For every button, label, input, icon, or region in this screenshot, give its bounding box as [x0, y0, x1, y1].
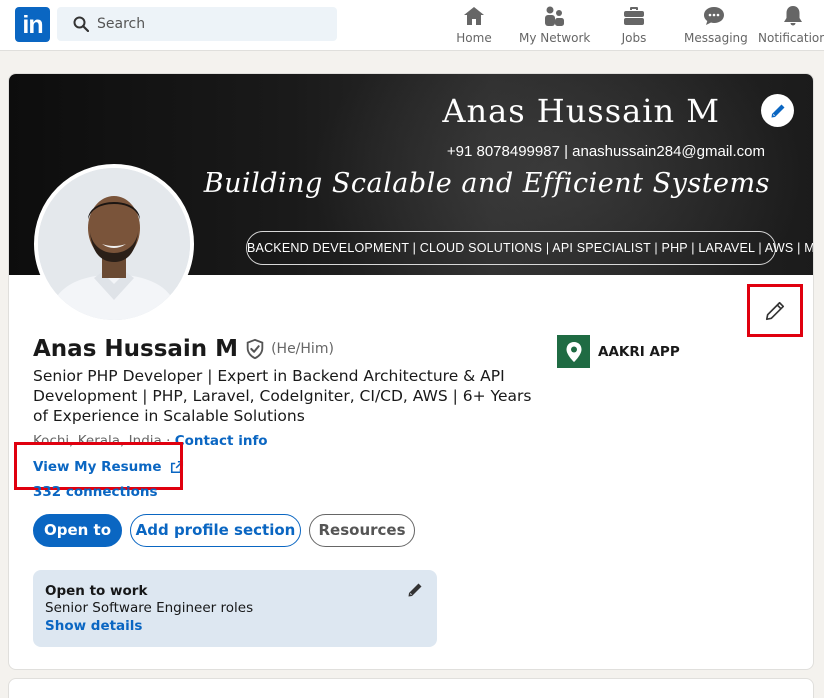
nav-home[interactable]: Home — [454, 4, 494, 48]
open-to-work-roles: Senior Software Engineer roles — [45, 600, 254, 616]
top-navigation: in Home My Network Jobs Messaging — [0, 0, 824, 51]
resources-button[interactable]: Resources — [309, 514, 415, 547]
nav-my-network[interactable]: My Network — [519, 4, 591, 48]
connections-link[interactable]: 332 connections — [33, 484, 158, 500]
my-network-icon — [545, 6, 564, 26]
pencil-icon — [771, 104, 784, 117]
location-pin-icon — [566, 341, 581, 362]
banner-skills: BACKEND DEVELOPMENT | CLOUD SOLUTIONS | … — [246, 231, 813, 265]
profile-name: Anas Hussain M — [33, 336, 239, 362]
contact-info-link[interactable]: Contact info — [175, 433, 268, 449]
verified-shield-icon[interactable] — [244, 338, 266, 360]
search-bar[interactable] — [57, 7, 337, 41]
company-name: AAKRI APP — [598, 343, 680, 360]
nav-messaging-label: Messaging — [684, 31, 748, 45]
search-icon — [73, 16, 89, 32]
open-to-work-title: Open to work — [45, 583, 148, 599]
nav-my-network-label: My Network — [519, 31, 591, 45]
nav-notifications-label: Notifications — [758, 31, 824, 45]
profile-headline: Senior PHP Developer | Expert in Backend… — [33, 367, 532, 425]
profile-card: Anas Hussain M +91 8078499987 | anashuss… — [8, 73, 814, 670]
briefcase-icon — [624, 7, 644, 25]
banner-name: Anas Hussain M — [442, 92, 720, 130]
name-row: Anas Hussain M (He/Him) — [33, 336, 334, 362]
nav-messaging[interactable]: Messaging — [684, 4, 748, 48]
messaging-icon — [704, 7, 724, 25]
pencil-icon[interactable] — [407, 582, 423, 598]
bell-icon — [784, 6, 802, 26]
search-input[interactable] — [97, 7, 327, 41]
nav-jobs[interactable]: Jobs — [614, 4, 654, 48]
highlight-box-resume — [14, 442, 183, 490]
current-company[interactable]: AAKRI APP — [557, 335, 680, 368]
home-icon — [464, 7, 484, 25]
profile-avatar[interactable] — [34, 164, 194, 324]
show-details-link[interactable]: Show details — [45, 618, 142, 634]
pencil-icon — [765, 301, 785, 320]
nav-home-label: Home — [456, 31, 492, 45]
linkedin-logo[interactable]: in — [15, 7, 50, 42]
profile-pronouns: (He/Him) — [271, 341, 334, 357]
banner-tagline: Building Scalable and Efficient Systems — [203, 168, 770, 199]
nav-jobs-label: Jobs — [621, 31, 647, 45]
open-to-work-card: Open to work Senior Software Engineer ro… — [33, 570, 437, 647]
edit-banner-button[interactable] — [761, 94, 794, 127]
nav-notifications[interactable]: Notifications — [758, 4, 824, 48]
company-logo — [557, 335, 590, 368]
edit-intro-button[interactable] — [747, 284, 803, 337]
profile-photo — [38, 168, 190, 320]
open-to-button[interactable]: Open to — [33, 514, 122, 547]
add-profile-section-button[interactable]: Add profile section — [130, 514, 301, 547]
next-section-card — [8, 678, 814, 698]
banner-contact: +91 8078499987 | anashussain284@gmail.co… — [446, 143, 765, 160]
